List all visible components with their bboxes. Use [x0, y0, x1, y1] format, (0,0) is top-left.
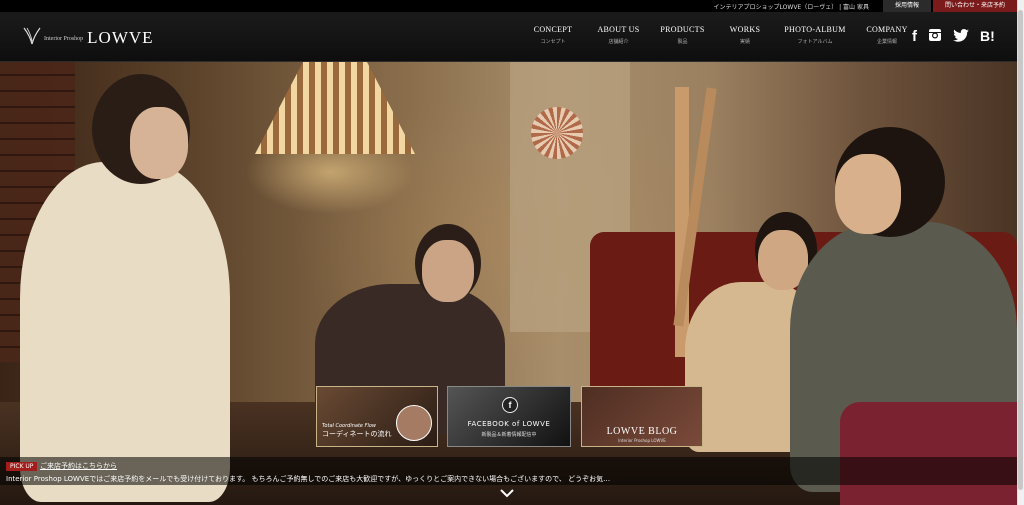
banner-subtitle: Interior Proshop LOWVE	[618, 438, 666, 443]
logo-mark-icon	[23, 27, 41, 45]
pickup-bar: PICK UP ご来店予約はこちらから Interior Proshop LOW…	[0, 457, 1017, 485]
nav-products[interactable]: PRODUCTS 製品	[650, 25, 715, 45]
facebook-icon: f	[502, 397, 518, 413]
scrollbar-thumb[interactable]	[1018, 10, 1023, 490]
person-far-right-legs	[840, 402, 1017, 505]
banner-title: FACEBOOK of LOWVE	[467, 420, 551, 428]
nav-sublabel: 製品	[677, 39, 688, 45]
logo-wordmark: LOWVE	[87, 28, 154, 47]
person-left-face	[130, 107, 188, 179]
pickup-badge: PICK UP	[6, 462, 38, 471]
instagram-glyph	[929, 29, 941, 41]
reservation-link[interactable]: ご来店予約はこちらから	[40, 461, 117, 471]
nav-photo-album[interactable]: PHOTO-ALBUM フォトアルバム	[775, 25, 855, 45]
nav-concept[interactable]: CONCEPT コンセプト	[519, 25, 587, 45]
person-center-face	[422, 240, 474, 302]
nav-works[interactable]: WORKS 実績	[715, 25, 775, 45]
facebook-banner[interactable]: f FACEBOOK of LOWVE 新製品＆新着情報配信中	[447, 386, 571, 447]
person-far-right-face	[835, 154, 901, 234]
logo-subtitle: Interior Proshop	[44, 36, 84, 42]
nav-label: PRODUCTS	[660, 25, 705, 34]
top-utility-bar: インテリアプロショップLOWVE（ローヴェ） | 富山 家具 採用情報 問い合わ…	[0, 0, 1017, 12]
wall-clock	[531, 107, 583, 159]
facebook-icon[interactable]: f	[912, 29, 917, 44]
site-header: Interior Proshop LOWVE CONCEPT コンセプト ABO…	[0, 12, 1017, 62]
blog-banner[interactable]: LOWVE BLOG Interior Proshop LOWVE	[581, 386, 703, 447]
nav-label: COMPANY	[866, 25, 908, 34]
social-links: f B!	[912, 27, 1006, 46]
person-left-body	[20, 162, 230, 502]
nav-sublabel: コンセプト	[540, 39, 566, 45]
nav-label: ABOUT US	[597, 25, 640, 34]
pickup-text: Interior Proshop LOWVEではご来店予約をメールでも受け付けて…	[6, 475, 611, 483]
nav-sublabel: 実績	[739, 39, 750, 45]
nav-about-us[interactable]: ABOUT US 店舗紹介	[587, 25, 650, 45]
nav-sublabel: 店舗紹介	[608, 39, 629, 45]
contact-reservation-link[interactable]: 問い合わせ・来店予約	[932, 0, 1017, 12]
recruit-link[interactable]: 採用情報	[882, 0, 931, 12]
nav-label: CONCEPT	[533, 25, 573, 34]
nav-sublabel: 企業情報	[876, 39, 897, 45]
promo-banners: Total Coordinate Flow コーディネートの流れ f FACEB…	[316, 386, 712, 447]
nav-label: WORKS	[729, 25, 761, 34]
banner-title: LOWVE BLOG	[606, 426, 678, 437]
coordinate-flow-banner[interactable]: Total Coordinate Flow コーディネートの流れ	[316, 386, 438, 447]
twitter-glyph	[953, 29, 969, 42]
instagram-icon[interactable]	[928, 27, 942, 46]
site-tagline: インテリアプロショップLOWVE（ローヴェ） | 富山 家具	[713, 3, 869, 11]
nav-company[interactable]: COMPANY 企業情報	[855, 25, 919, 45]
twitter-icon[interactable]	[953, 27, 969, 46]
logo[interactable]: Interior Proshop LOWVE	[22, 26, 154, 46]
banner-photo-circle	[396, 405, 432, 441]
nav-sublabel: フォトアルバム	[797, 39, 833, 45]
pendant-lamp	[255, 62, 415, 154]
banner-subtitle: 新製品＆新着情報配信中	[481, 432, 537, 438]
banner-title: コーディネートの流れ	[322, 430, 392, 438]
chevron-down-icon[interactable]	[499, 485, 515, 501]
hatena-bookmark-icon[interactable]: B!	[980, 29, 995, 44]
main-nav: CONCEPT コンセプト ABOUT US 店舗紹介 PRODUCTS 製品 …	[519, 25, 919, 45]
nav-label: PHOTO-ALBUM	[784, 25, 846, 34]
